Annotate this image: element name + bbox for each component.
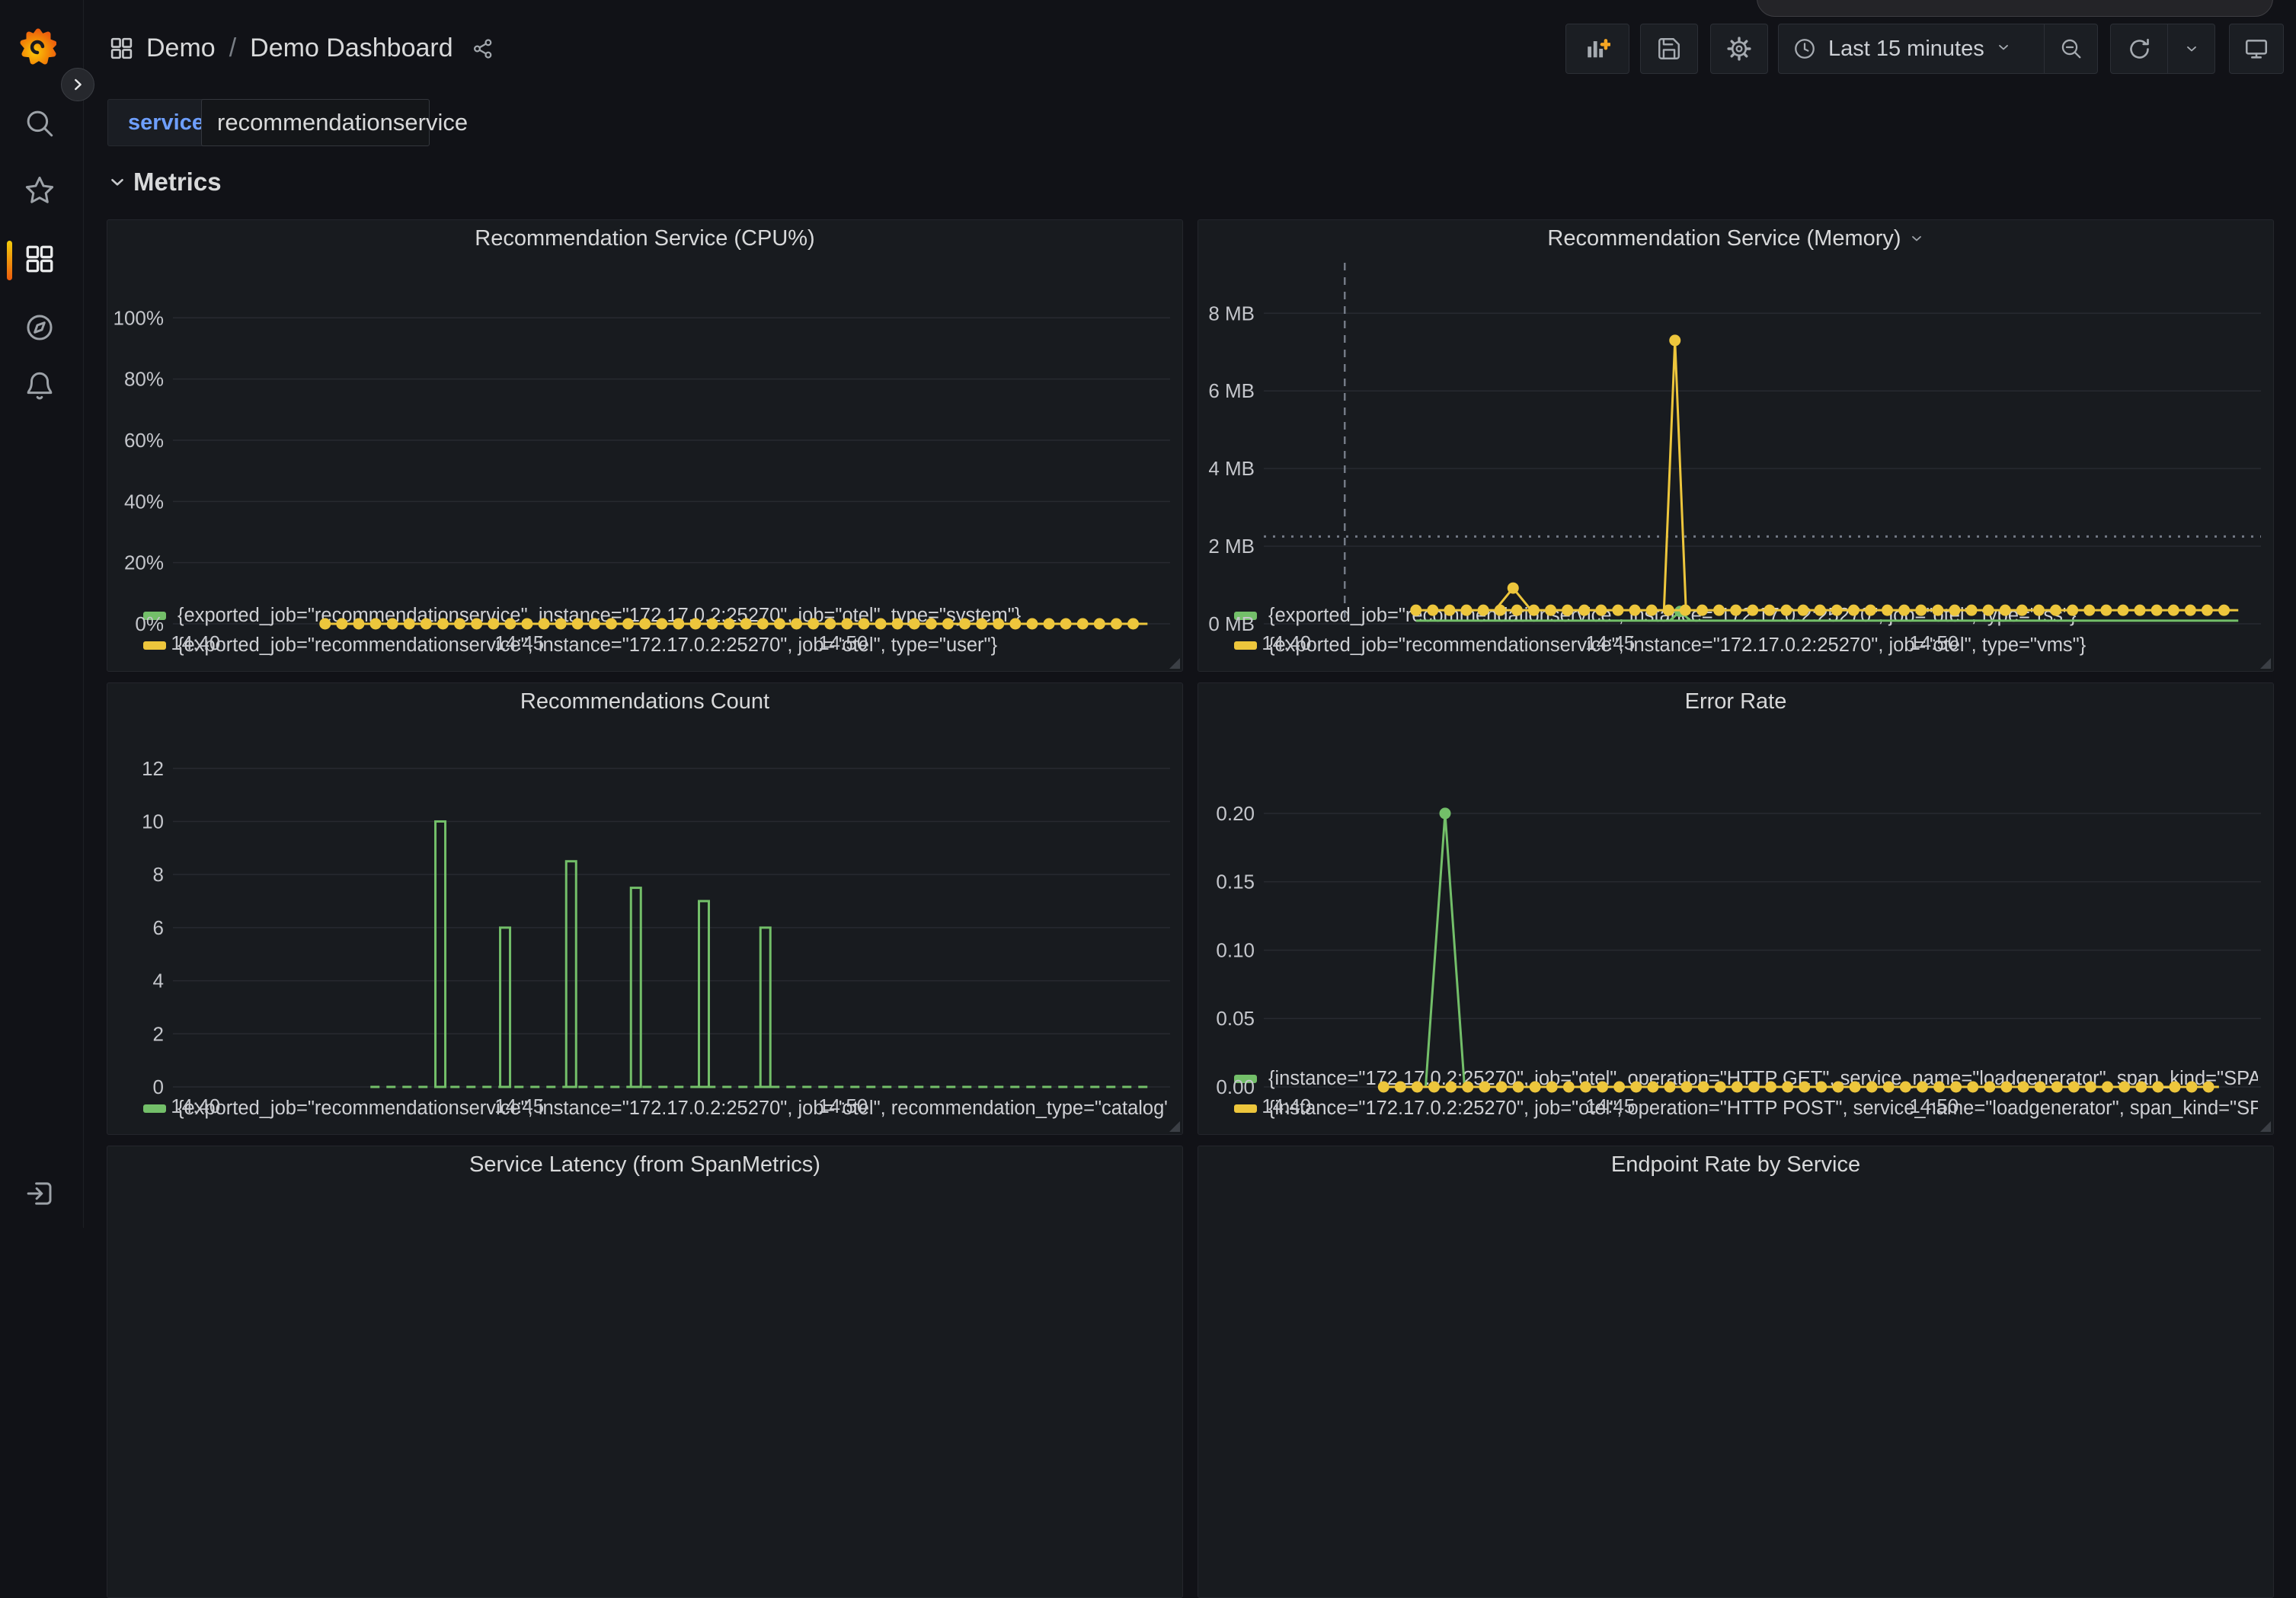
active-nav-indicator bbox=[7, 241, 12, 280]
svg-text:10: 10 bbox=[142, 810, 164, 833]
svg-text:14:50: 14:50 bbox=[1909, 631, 1959, 654]
refresh-button[interactable] bbox=[2111, 24, 2167, 73]
svg-text:14:40: 14:40 bbox=[171, 1095, 220, 1117]
svg-text:4 MB: 4 MB bbox=[1208, 457, 1255, 480]
svg-text:0.10: 0.10 bbox=[1216, 938, 1255, 961]
svg-text:14:40: 14:40 bbox=[171, 631, 220, 654]
plus-icon bbox=[1602, 40, 1610, 48]
svg-text:6 MB: 6 MB bbox=[1208, 379, 1255, 402]
svg-text:0.00: 0.00 bbox=[1216, 1075, 1255, 1098]
svg-text:0%: 0% bbox=[135, 612, 164, 635]
panel-menu-caret-icon[interactable] bbox=[1909, 231, 1924, 246]
svg-text:14:50: 14:50 bbox=[818, 1095, 868, 1117]
panel-resize-handle[interactable] bbox=[2260, 658, 2271, 669]
breadcrumb-page-title[interactable]: Demo Dashboard bbox=[250, 34, 452, 63]
refresh-icon bbox=[2127, 37, 2152, 62]
svg-text:0 MB: 0 MB bbox=[1208, 612, 1255, 635]
panel-endpoint-rate: Endpoint Rate by Service bbox=[1198, 1146, 2274, 1598]
starred-icon[interactable] bbox=[24, 174, 56, 206]
svg-text:80%: 80% bbox=[124, 368, 164, 391]
svg-text:14:45: 14:45 bbox=[494, 631, 544, 654]
svg-text:14:50: 14:50 bbox=[818, 631, 868, 654]
service-variable-dropdown[interactable]: recommendationservice bbox=[201, 99, 430, 146]
breadcrumb-separator: / bbox=[229, 34, 236, 63]
kiosk-mode-button[interactable] bbox=[2229, 24, 2284, 74]
sidebar-expand-button[interactable] bbox=[61, 68, 94, 101]
svg-text:60%: 60% bbox=[124, 429, 164, 452]
chevron-down-icon bbox=[107, 172, 127, 192]
clock-icon bbox=[1792, 37, 1817, 61]
svg-text:0.05: 0.05 bbox=[1216, 1007, 1255, 1030]
monitor-icon bbox=[2243, 36, 2269, 62]
chart-area[interactable]: 02468101214:4014:4514:50 bbox=[107, 720, 1182, 1092]
panel-cpu: Recommendation Service (CPU%) 0% 20% 40% 60… bbox=[107, 219, 1183, 672]
breadcrumb: Demo / Demo Dashboard bbox=[109, 34, 494, 63]
chart-area[interactable]: 0 MB2 MB4 MB6 MB8 MB14:4014:4514:50 bbox=[1198, 257, 2273, 599]
explore-compass-icon[interactable] bbox=[24, 312, 56, 344]
panel-service-latency: Service Latency (from SpanMetrics) bbox=[107, 1146, 1183, 1598]
svg-text:14:45: 14:45 bbox=[1585, 631, 1635, 654]
add-panel-button[interactable] bbox=[1565, 24, 1629, 74]
service-variable-value: recommendationservice bbox=[217, 109, 468, 136]
sidebar bbox=[0, 0, 84, 1228]
chart-area[interactable]: 0.000.050.100.150.2014:4014:4514:50 bbox=[1198, 720, 2273, 1063]
refresh-interval-dropdown[interactable] bbox=[2167, 24, 2214, 73]
browser-overlay-pill bbox=[1757, 0, 2273, 17]
svg-text:14:40: 14:40 bbox=[1262, 631, 1311, 654]
svg-text:2: 2 bbox=[153, 1022, 164, 1045]
panel-title[interactable]: Error Rate bbox=[1198, 683, 2273, 720]
svg-text:4: 4 bbox=[153, 970, 164, 992]
chevron-down-icon bbox=[2184, 41, 2199, 56]
panel-title[interactable]: Endpoint Rate by Service bbox=[1198, 1146, 2273, 1183]
gear-icon bbox=[1726, 36, 1752, 62]
svg-text:100%: 100% bbox=[114, 306, 165, 329]
time-range-label: Last 15 minutes bbox=[1828, 37, 1984, 62]
svg-text:40%: 40% bbox=[124, 490, 164, 513]
dashboard-settings-button[interactable] bbox=[1710, 24, 1768, 74]
panel-error-rate: Error Rate 0.00 0.05 0.10 0.15 0.20 14:40 14:4… bbox=[1198, 682, 2274, 1135]
panel-resize-handle[interactable] bbox=[1169, 1121, 1180, 1132]
chart-area[interactable]: 0%20%40%60%80%100%14:4014:4514:50 bbox=[107, 257, 1182, 599]
svg-text:14:40: 14:40 bbox=[1262, 1095, 1311, 1117]
panel-memory: Recommendation Service (Memory) 0 MB 2 MB… bbox=[1198, 219, 2274, 672]
search-icon[interactable] bbox=[24, 107, 56, 139]
zoom-out-icon bbox=[2059, 37, 2083, 61]
refresh-group bbox=[2110, 24, 2215, 74]
metrics-row-toggle[interactable]: Metrics bbox=[107, 168, 222, 197]
zoom-out-time-button[interactable] bbox=[2044, 24, 2097, 73]
panel-title[interactable]: Service Latency (from SpanMetrics) bbox=[107, 1146, 1182, 1183]
svg-text:14:45: 14:45 bbox=[494, 1095, 544, 1117]
svg-text:0.15: 0.15 bbox=[1216, 871, 1255, 893]
panel-resize-handle[interactable] bbox=[1169, 658, 1180, 669]
time-range-group: Last 15 minutes bbox=[1778, 24, 2098, 74]
section-title: Metrics bbox=[133, 168, 222, 197]
panel-title: Recommendation Service (Memory) bbox=[1547, 226, 1901, 251]
svg-text:20%: 20% bbox=[124, 551, 164, 574]
panel-title[interactable]: Recommendation Service (CPU%) bbox=[107, 220, 1182, 257]
sign-in-icon[interactable] bbox=[24, 1178, 56, 1210]
svg-text:12: 12 bbox=[142, 757, 164, 780]
svg-text:8: 8 bbox=[153, 863, 164, 886]
svg-text:2 MB: 2 MB bbox=[1208, 535, 1255, 558]
share-icon[interactable] bbox=[472, 37, 494, 60]
time-range-picker[interactable]: Last 15 minutes bbox=[1779, 24, 2044, 73]
dashboards-icon[interactable] bbox=[24, 243, 56, 275]
alerting-bell-icon[interactable] bbox=[24, 369, 56, 401]
svg-text:6: 6 bbox=[153, 916, 164, 939]
svg-text:8 MB: 8 MB bbox=[1208, 302, 1255, 324]
save-dashboard-button[interactable] bbox=[1640, 24, 1698, 74]
grafana-logo-icon[interactable] bbox=[20, 28, 56, 65]
svg-text:14:45: 14:45 bbox=[1585, 1095, 1635, 1117]
panel-recommendations-count: Recommendations Count 0 2 4 6 8 10 12 14:40 14:4… bbox=[107, 682, 1183, 1135]
svg-text:0.20: 0.20 bbox=[1216, 802, 1255, 825]
dashboard-grid-icon bbox=[109, 36, 134, 61]
svg-text:0: 0 bbox=[153, 1075, 164, 1098]
breadcrumb-section[interactable]: Demo bbox=[146, 34, 216, 63]
panel-resize-handle[interactable] bbox=[2260, 1121, 2271, 1132]
chevron-down-icon bbox=[1996, 40, 2011, 59]
panel-title[interactable]: Recommendations Count bbox=[107, 683, 1182, 720]
svg-text:14:50: 14:50 bbox=[1909, 1095, 1959, 1117]
